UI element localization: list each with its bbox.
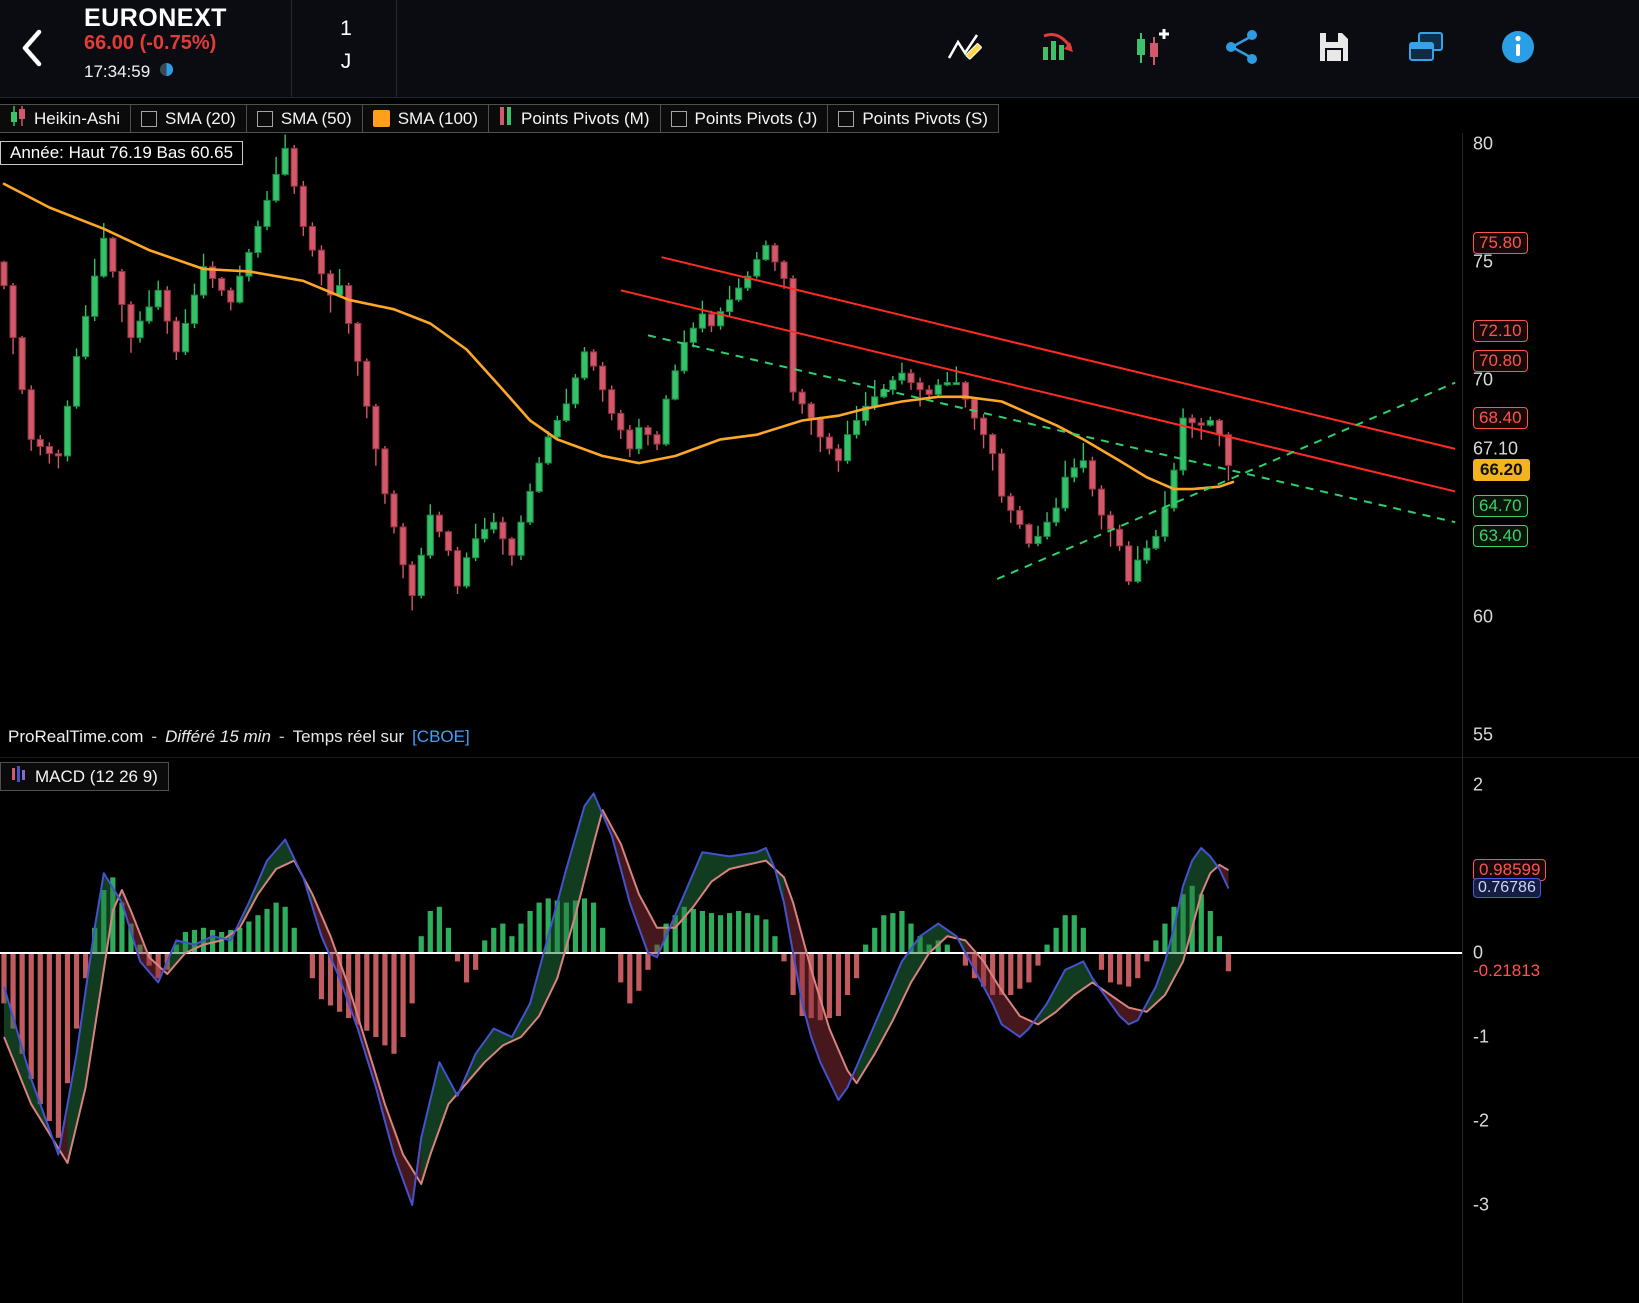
- legend-item-pivots-s[interactable]: Points Pivots (S): [827, 104, 999, 133]
- realtime-label: Temps réel sur: [292, 727, 405, 746]
- legend-item-sma20[interactable]: SMA (20): [129, 104, 247, 133]
- pivots-swatch: [499, 106, 513, 131]
- checkbox-icon[interactable]: [670, 110, 687, 127]
- sma100-swatch: [372, 110, 390, 127]
- price-axis: 80 75 70 67.10 60 55 75.80 72.10 70.80 68.40 64.70…: [1463, 133, 1639, 757]
- price-axis-label: 70: [1473, 369, 1494, 390]
- price-axis-label: 55: [1473, 724, 1494, 745]
- legend-label: Points Pivots (J): [694, 108, 818, 128]
- cboe-link[interactable]: [CBOE]: [412, 727, 470, 747]
- macd-chart[interactable]: [0, 758, 1462, 1303]
- macd-legend[interactable]: MACD (12 26 9): [0, 762, 169, 791]
- save-icon[interactable]: [1314, 27, 1354, 67]
- legend-item-heikin-ashi[interactable]: Heikin-Ashi: [0, 104, 131, 133]
- info-icon[interactable]: [1498, 27, 1538, 67]
- price-axis-label: 72.10: [1473, 319, 1528, 342]
- legend-label: Heikin-Ashi: [34, 108, 120, 128]
- indicator-legend-row: Heikin-Ashi SMA (20) SMA (50) SMA (100) …: [0, 104, 999, 133]
- checkbox-icon[interactable]: [140, 110, 157, 127]
- legend-label: SMA (100): [397, 108, 479, 128]
- watermark-separator: -: [278, 727, 285, 746]
- legend-item-sma100[interactable]: SMA (100): [361, 104, 490, 133]
- checkbox-icon[interactable]: [256, 110, 273, 127]
- header-divider: [396, 0, 397, 97]
- price-axis-label: 64.70: [1473, 494, 1528, 517]
- header-divider: [291, 0, 292, 97]
- macd-axis-label: -3: [1473, 1194, 1490, 1215]
- price-change: 66.00 (-0.75%): [84, 32, 217, 54]
- macd-axis-label: -2: [1473, 1110, 1490, 1131]
- timeframe-value: 1: [340, 17, 352, 40]
- watermark: ProRealTime.com - Différé 15 min - Temps…: [8, 727, 470, 747]
- back-button[interactable]: [14, 26, 50, 70]
- price-axis-label: 67.10: [1473, 438, 1519, 459]
- layouts-icon[interactable]: [1406, 27, 1446, 67]
- header-toolbar: [946, 27, 1538, 67]
- price-axis-label: 63.40: [1473, 525, 1528, 548]
- price-axis-label: 75.80: [1473, 232, 1528, 255]
- chart-type-icon[interactable]: [1130, 27, 1170, 67]
- price-axis-label: 68.40: [1473, 407, 1528, 430]
- legend-label: Points Pivots (M): [521, 108, 650, 128]
- quote-time: 17:34:59: [84, 62, 151, 81]
- prorealtime-label: ProRealTime.com: [8, 727, 144, 746]
- macd-legend-label: MACD (12 26 9): [35, 766, 158, 786]
- share-icon[interactable]: [1222, 27, 1262, 67]
- macd-swatch: [11, 765, 27, 788]
- price-axis-label: 66.20: [1473, 459, 1530, 482]
- year-range-label: Année: Haut 76.19 Bas 60.65: [0, 141, 244, 165]
- macd-axis: 2 0 -1 -2 -3 0.98599 0.76786 -0.21813: [1463, 758, 1639, 1303]
- legend-label: Points Pivots (S): [862, 108, 988, 128]
- price-chart[interactable]: [0, 133, 1462, 757]
- macd-axis-label: -1: [1473, 1026, 1490, 1047]
- price-axis-label: 60: [1473, 606, 1494, 627]
- quote-time-row: 17:34:59: [84, 62, 174, 82]
- legend-label: SMA (20): [164, 108, 236, 128]
- legend-item-sma50[interactable]: SMA (50): [245, 104, 363, 133]
- watermark-separator: -: [151, 727, 158, 746]
- checkbox-icon[interactable]: [838, 110, 855, 127]
- timeframe-selector[interactable]: 1 J: [296, 0, 396, 97]
- indicators-icon[interactable]: [1038, 27, 1078, 67]
- header: EURONEXT 66.00 (-0.75%) 17:34:59 1 J: [0, 0, 1639, 98]
- timeframe-unit: J: [340, 50, 352, 73]
- legend-label: SMA (50): [280, 108, 352, 128]
- price-axis-label: 70.80: [1473, 350, 1528, 373]
- delayed-label: Différé 15 min: [165, 727, 271, 746]
- delayed-data-icon: [159, 62, 174, 82]
- legend-item-pivots-m[interactable]: Points Pivots (M): [488, 104, 661, 133]
- draw-tool-icon[interactable]: [946, 27, 986, 67]
- macd-axis-label: 0.76786: [1473, 878, 1541, 899]
- price-axis-label: 80: [1473, 133, 1494, 154]
- heikin-ashi-swatch: [10, 105, 26, 132]
- macd-axis-label: 2: [1473, 774, 1484, 795]
- symbol-title: EURONEXT: [84, 4, 227, 32]
- macd-axis-label: -0.21813: [1473, 961, 1541, 981]
- price-axis-label: 75: [1473, 251, 1494, 272]
- legend-item-pivots-j[interactable]: Points Pivots (J): [659, 104, 829, 133]
